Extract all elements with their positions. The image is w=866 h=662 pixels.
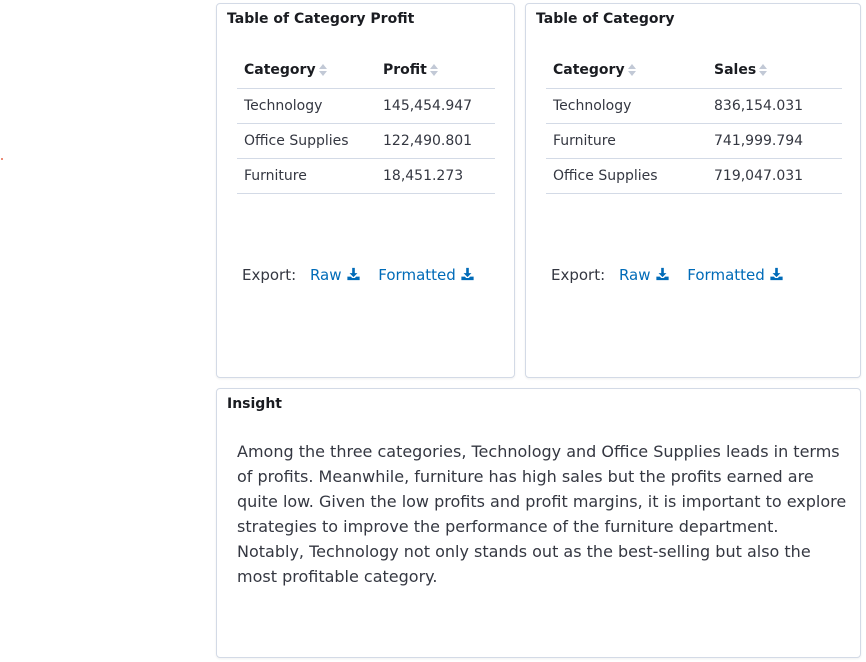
profit-table: Category Profit Technology 145,454.947 O… xyxy=(237,52,495,194)
sort-icon[interactable] xyxy=(758,63,768,77)
table-cell: 741,999.794 xyxy=(707,123,842,159)
table-header-row: Category Sales xyxy=(546,52,842,89)
table-cell: 122,490.801 xyxy=(376,123,495,159)
export-row: Export: Raw Formatted xyxy=(551,266,797,284)
table-cell: 18,451.273 xyxy=(376,158,495,194)
table-row: Furniture 741,999.794 xyxy=(546,123,842,159)
export-formatted-link[interactable]: Formatted xyxy=(687,266,784,284)
table-row: Office Supplies 122,490.801 xyxy=(237,123,495,159)
table-row: Office Supplies 719,047.031 xyxy=(546,158,842,194)
profit-table-panel: Table of Category Profit Category Profit… xyxy=(216,3,515,378)
table-cell: Office Supplies xyxy=(237,123,376,159)
export-raw-link[interactable]: Raw xyxy=(619,266,670,284)
sort-icon[interactable] xyxy=(627,63,637,77)
export-formatted-link[interactable]: Formatted xyxy=(378,266,475,284)
export-row: Export: Raw Formatted xyxy=(242,266,488,284)
table-cell: Office Supplies xyxy=(546,158,707,194)
table-cell: Technology xyxy=(546,88,707,124)
column-header-sales[interactable]: Sales xyxy=(707,52,842,89)
column-header-category[interactable]: Category xyxy=(237,52,376,89)
insight-panel: Insight Among the three categories, Tech… xyxy=(216,388,861,658)
download-icon xyxy=(655,267,669,281)
table-cell: Furniture xyxy=(546,123,707,159)
accent-dot xyxy=(1,158,3,160)
download-icon xyxy=(346,267,360,281)
sales-table-panel: Table of Category Category Sales Technol… xyxy=(525,3,861,378)
table-row: Technology 836,154.031 xyxy=(546,88,842,124)
table-cell: 145,454.947 xyxy=(376,88,495,124)
panel-title: Insight xyxy=(227,396,282,412)
table-cell: 836,154.031 xyxy=(707,88,842,124)
column-header-profit[interactable]: Profit xyxy=(376,52,495,89)
panel-title: Table of Category xyxy=(536,11,675,27)
table-row: Furniture 18,451.273 xyxy=(237,158,495,194)
export-label: Export: xyxy=(551,266,606,284)
table-cell: 719,047.031 xyxy=(707,158,842,194)
sort-icon[interactable] xyxy=(318,63,328,77)
table-cell: Technology xyxy=(237,88,376,124)
download-icon xyxy=(770,267,783,281)
table-row: Technology 145,454.947 xyxy=(237,88,495,124)
export-raw-link[interactable]: Raw xyxy=(310,266,361,284)
insight-text: Among the three categories, Technology a… xyxy=(237,442,847,586)
download-icon xyxy=(461,267,474,281)
sort-icon[interactable] xyxy=(429,63,439,77)
panel-title: Table of Category Profit xyxy=(227,11,415,27)
sales-table: Category Sales Technology 836,154.031 Fu… xyxy=(546,52,842,194)
table-header-row: Category Profit xyxy=(237,52,495,89)
export-label: Export: xyxy=(242,266,297,284)
column-header-category[interactable]: Category xyxy=(546,52,707,89)
table-cell: Furniture xyxy=(237,158,376,194)
